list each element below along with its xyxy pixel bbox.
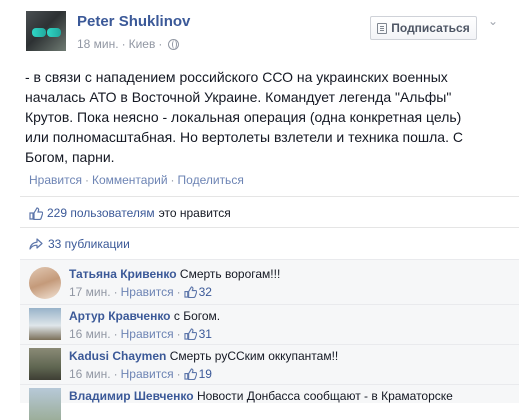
comment-body: Татьяна Кривенко Смерть ворогам!!! (69, 267, 280, 281)
comment-time[interactable]: 16 мин. (69, 367, 111, 381)
comment-like-count[interactable]: 19 (183, 367, 212, 381)
comment-body: Kadusi Chaymen Смерть руССким оккупантам… (69, 349, 338, 363)
like-link[interactable]: Нравится (29, 173, 82, 187)
commenter-avatar[interactable] (29, 388, 61, 420)
comment-like-link[interactable]: Нравится (121, 327, 174, 341)
likes-suffix: это нравится (158, 206, 231, 220)
comment-divider (20, 304, 519, 305)
commenter-avatar[interactable] (29, 267, 61, 299)
chevron-down-icon[interactable]: ⌄ (488, 15, 500, 27)
comment-text: Смерть руССким оккупантам!! (169, 349, 339, 363)
comment-time[interactable]: 16 мин. (69, 327, 111, 341)
like-count-value: 31 (198, 327, 212, 341)
thumbs-up-icon (29, 206, 43, 220)
author-name[interactable]: Peter Shuklinov (77, 13, 190, 30)
comment-text: Смерть ворогам!!! (179, 267, 281, 281)
meta-separator: · (176, 327, 181, 341)
action-separator: · (84, 173, 89, 187)
comment-divider (20, 384, 519, 385)
divider (20, 196, 519, 197)
commenter-avatar[interactable] (29, 308, 61, 340)
sunglasses-lens-left (32, 28, 46, 37)
comment-link[interactable]: Комментарий (92, 173, 168, 187)
comment-meta: 16 мин. · Нравится · 31 (69, 327, 212, 341)
comment-time[interactable]: 17 мин. (69, 285, 111, 299)
subscribe-button[interactable]: Подписаться (370, 16, 477, 40)
action-separator: · (170, 173, 175, 187)
rss-icon (377, 22, 388, 34)
meta-separator: · (176, 285, 181, 299)
post-card: Peter Shuklinov 18 мин. · Киев · Подписа… (0, 0, 519, 420)
post-time[interactable]: 18 мин. (77, 37, 119, 51)
share-link[interactable]: Поделиться (178, 173, 244, 187)
meta-separator: · (113, 367, 118, 381)
author-avatar[interactable] (26, 11, 66, 51)
comment-meta: 17 мин. · Нравится · 32 (69, 285, 212, 299)
commenter-avatar[interactable] (29, 348, 61, 380)
meta-separator: · (113, 327, 118, 341)
comment-text: Новости Донбасса сообщают - в Краматорск… (196, 389, 453, 403)
commenter-name[interactable]: Татьяна Кривенко (69, 267, 177, 281)
share-arrow-icon (29, 238, 43, 250)
post-actions: Нравится · Комментарий · Поделиться (29, 173, 244, 187)
likes-summary: 229 пользователям это нравится (29, 206, 231, 220)
globe-icon[interactable] (168, 38, 180, 50)
post-location[interactable]: Киев (129, 37, 156, 51)
comment-meta: 16 мин. · Нравится · 19 (69, 367, 212, 381)
commenter-name[interactable]: Владимир Шевченко (69, 389, 194, 403)
comment-like-link[interactable]: Нравится (121, 285, 174, 299)
thumbs-up-icon (183, 368, 197, 380)
post-text: - в связи с нападением российского ССО н… (25, 69, 463, 165)
meta-separator: · (158, 37, 163, 51)
likes-count-link[interactable]: 229 пользователям (47, 206, 155, 220)
comment-body: Владимир Шевченко Новости Донбасса сообщ… (69, 389, 453, 403)
like-count-value: 19 (198, 367, 212, 381)
commenter-name[interactable]: Артур Кравченко (69, 309, 171, 323)
thumbs-up-icon (183, 328, 197, 340)
commenter-name[interactable]: Kadusi Chaymen (69, 349, 166, 363)
comment-like-count[interactable]: 32 (183, 285, 212, 299)
comment-text: с Богом. (173, 309, 221, 323)
like-count-value: 32 (198, 285, 212, 299)
meta-separator: · (176, 367, 181, 381)
subscribe-label: Подписаться (391, 21, 470, 35)
comment-like-link[interactable]: Нравится (121, 367, 174, 381)
meta-separator: · (121, 37, 126, 51)
sunglasses-lens-right (47, 28, 61, 37)
shares-link[interactable]: 33 публикации (29, 237, 130, 251)
comment-divider (20, 344, 519, 345)
comment-divider (20, 259, 519, 260)
divider (20, 227, 519, 228)
comment-body: Артур Кравченко с Богом. (69, 309, 220, 323)
shares-count: 33 публикации (48, 237, 130, 251)
thumbs-up-icon (183, 286, 197, 298)
post-meta: 18 мин. · Киев · (77, 37, 180, 51)
comment-like-count[interactable]: 31 (183, 327, 212, 341)
meta-separator: · (113, 285, 118, 299)
comments-section: Татьяна Кривенко Смерть ворогам!!! 17 ми… (20, 259, 519, 420)
